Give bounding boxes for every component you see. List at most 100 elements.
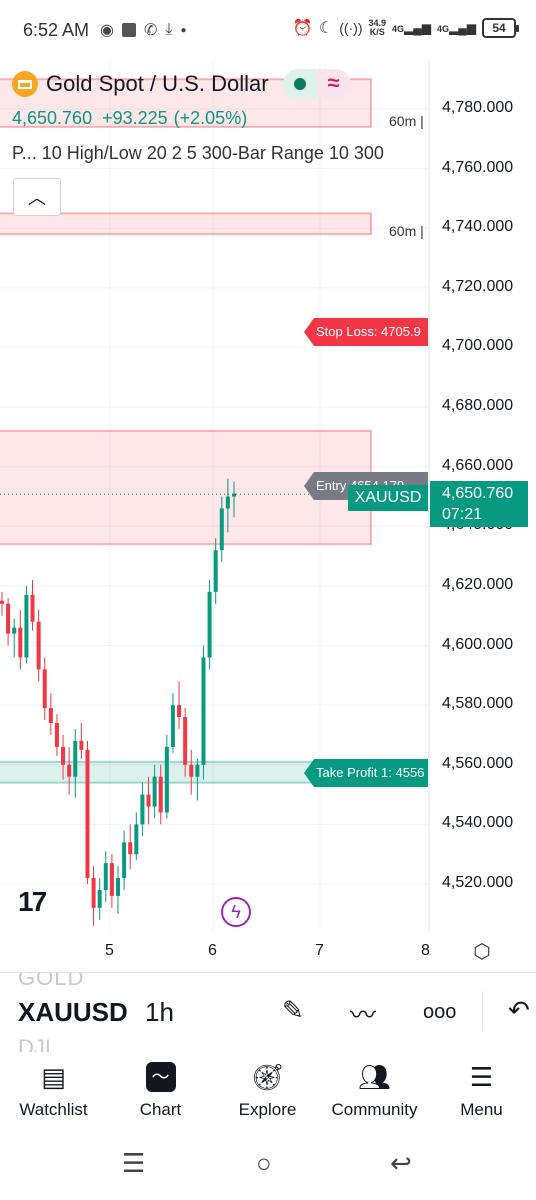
price-tick-label: 4,560.000 [442, 754, 514, 772]
nav-community-label: Community [331, 1100, 418, 1119]
nav-menu[interactable]: ☰ Menu [428, 1060, 535, 1120]
chart-settings-icon[interactable]: ⬡ [470, 940, 494, 964]
symbol-header[interactable]: Gold Spot / U.S. Dollar ≈ [12, 69, 351, 99]
price-tick-label: 4,780.000 [442, 99, 514, 116]
square-icon [121, 23, 136, 37]
prev-symbol-peek[interactable]: GOLD [18, 973, 84, 991]
interval-selector[interactable]: 1h [145, 997, 174, 1028]
symbol-title[interactable]: Gold Spot / U.S. Dollar [46, 71, 269, 97]
candle-body [189, 764, 194, 777]
price-tick-label: 4,540.000 [442, 814, 514, 832]
candle-body [158, 776, 163, 813]
candle-body [225, 496, 230, 509]
candles [0, 478, 236, 926]
symbol-price-tag: XAUUSD [348, 485, 428, 511]
back-icon[interactable]: ↩ [390, 1148, 412, 1179]
candle-body [134, 824, 139, 855]
alarm-icon: ⏰ [292, 20, 313, 37]
home-icon[interactable]: ○ [256, 1148, 272, 1179]
price-tick-label: 4,760.000 [442, 158, 514, 176]
take-profit-tag[interactable]: Take Profit 1: 4556 [304, 759, 428, 787]
candle-body [30, 594, 35, 622]
more-icon[interactable]: ooo [423, 1001, 456, 1024]
candle-body [201, 657, 206, 765]
undo-icon[interactable]: ↶ [508, 995, 530, 1026]
nav-chart[interactable]: 〜 Chart [107, 1060, 214, 1120]
candle-body [67, 764, 72, 777]
candle-body [195, 764, 200, 777]
time-tick-label: 8 [421, 942, 430, 959]
candle-body [85, 749, 90, 879]
chart-area[interactable]: 4,780.000 4,760.000 4,740.000 4,720.000 4,70… [0, 60, 536, 972]
time-tick-label: 5 [105, 942, 114, 959]
nav-community[interactable]: 👥︎ Community [321, 1060, 428, 1120]
indicator-legend[interactable]: P... 10 High/Low 20 2 5 300-Bar Range 10… [12, 143, 384, 164]
toolbar-divider [482, 991, 483, 1031]
next-symbol-peek[interactable]: DJI [18, 1035, 51, 1052]
chevron-up-icon: ︿ [28, 188, 46, 208]
candle-body [54, 723, 59, 747]
candle-body [164, 746, 169, 813]
net-speed-unit: K/S [369, 27, 385, 37]
market-status-pills[interactable]: ≈ [282, 69, 351, 99]
lightning-icon[interactable]: ϟ [221, 897, 251, 927]
hamburger-menu-icon: ☰ [469, 1061, 494, 1092]
wave-icon[interactable]: ≈ [316, 69, 351, 99]
trend-icon[interactable]: 〰 [350, 995, 376, 1032]
candle-body [219, 508, 224, 551]
candle-body [152, 776, 157, 807]
price-tick-label: 4,680.000 [442, 397, 514, 415]
clock: 6:52 AM [23, 20, 90, 40]
candle-body [73, 740, 78, 777]
system-indicators: ⏰ ☾ ((·)) 34.9 K/S 4G▂▄▆ 4G▂▄▆ 54 [292, 18, 519, 38]
time-tick-label: 7 [315, 942, 324, 959]
nav-watchlist[interactable]: ▤ Watchlist [0, 1060, 107, 1120]
zone-timeframe-label: 60m | [389, 113, 424, 129]
market-open-icon[interactable] [282, 69, 317, 99]
candle-body [42, 669, 47, 709]
net-speed: 34.9 K/S [369, 19, 387, 37]
tradingview-logo-icon[interactable]: 17 [18, 886, 47, 918]
price-tick-label: 4,620.000 [442, 575, 514, 593]
candle-body [146, 794, 151, 807]
community-icon: 👥︎ [357, 1061, 391, 1092]
price-tick-label: 4,700.000 [442, 337, 514, 355]
download-icon: ⤓ [165, 21, 173, 38]
nav-explore[interactable]: 🧭︎ Explore [214, 1060, 321, 1120]
nav-chart-label: Chart [139, 1100, 182, 1119]
price-tick-label: 4,720.000 [442, 277, 514, 295]
candle-body [177, 705, 182, 718]
battery-icon: 54 [482, 18, 519, 38]
nav-explore-label: Explore [238, 1100, 297, 1119]
candle-body [6, 603, 11, 634]
chart-icon: 〜 [107, 1060, 214, 1094]
candle-body [79, 740, 84, 750]
notification-icons: ◉ ✆ ⤓ ● [100, 20, 187, 40]
signal-1: 4G▂▄▆ [392, 21, 431, 35]
gold-bar-icon [12, 71, 38, 97]
time-tick-label: 6 [208, 942, 217, 959]
price-summary: 4,650.760 +93.225 (+2.05%) [12, 108, 247, 129]
candle-body [128, 842, 133, 855]
pen-icon[interactable]: ✎ [282, 995, 304, 1026]
candle-body [116, 878, 120, 896]
recent-apps-icon[interactable]: ☰ [122, 1148, 145, 1179]
candle-body [122, 842, 127, 879]
candle-body [207, 591, 212, 658]
change-text: +93.225 [102, 108, 168, 128]
bottom-navigation: ▤ Watchlist 〜 Chart 🧭︎ Explore 👥︎ Commun… [0, 1052, 536, 1132]
network-1-label: 4G [392, 24, 405, 34]
stop-loss-tag[interactable]: Stop Loss: 4705.9 [304, 318, 428, 346]
hotspot-icon: ((·)) [339, 20, 363, 36]
system-navigation-bar: ☰ ○ ↩ [0, 1132, 536, 1200]
price-tick-label: 4,600.000 [442, 635, 514, 653]
candle-body [18, 627, 23, 658]
dot-icon: ● [180, 24, 187, 36]
candle-body [61, 746, 66, 765]
collapse-legend-button[interactable]: ︿ [13, 178, 61, 216]
nav-menu-label: Menu [460, 1100, 503, 1119]
symbol-selector[interactable]: XAUUSD [18, 997, 128, 1028]
candle-body [12, 627, 17, 634]
candle-body [103, 863, 108, 890]
status-bar: 6:52 AM ◉ ✆ ⤓ ● ⏰ ☾ ((·)) 34.9 K/S 4G▂▄▆… [0, 0, 536, 60]
